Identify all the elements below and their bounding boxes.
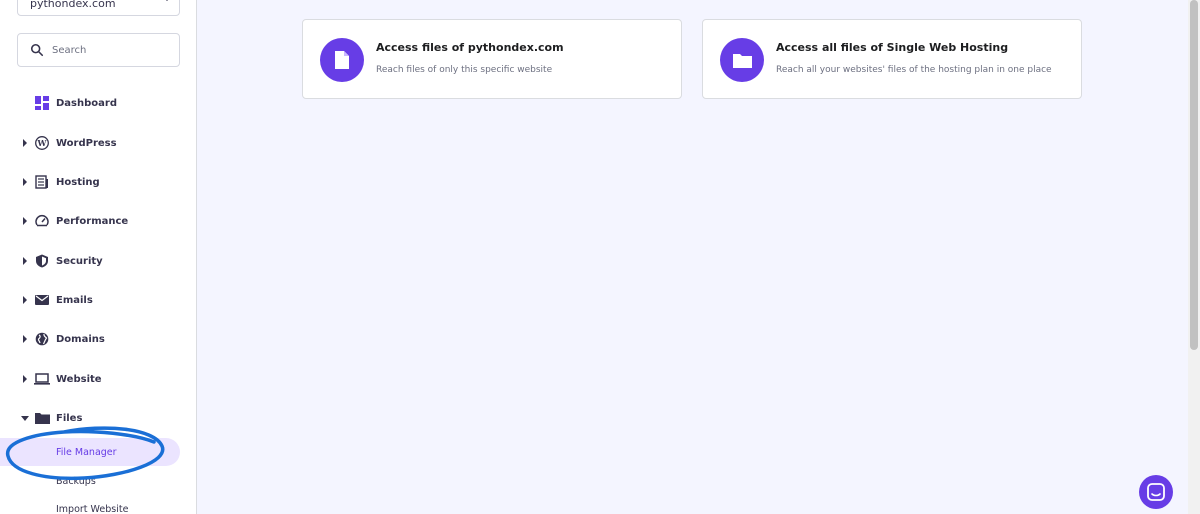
sidebar-item-label: Dashboard [56, 97, 117, 109]
shield-icon [34, 253, 50, 269]
sidebar-item-label: Files [56, 412, 83, 424]
sidebar-item-wordpress[interactable]: W WordPress [0, 131, 196, 155]
folder-icon-circle [720, 38, 764, 82]
hosting-icon [34, 174, 50, 190]
sidebar-subitem-label: Backups [56, 475, 96, 487]
sidebar-item-label: Performance [56, 215, 129, 227]
chevron-down-icon [163, 0, 171, 1]
scrollbar[interactable] [1188, 0, 1200, 514]
chevron-down-icon [21, 415, 29, 421]
search-icon [30, 43, 44, 57]
sidebar-item-label: Domains [56, 333, 105, 345]
card-description: Reach all your websites' files of the ho… [776, 65, 1052, 75]
sidebar-item-label: Security [56, 255, 103, 267]
sidebar: pythondex.com Dashboard W WordPress Host… [0, 0, 197, 514]
folder-icon [34, 410, 50, 426]
sidebar-item-performance[interactable]: Performance [0, 209, 196, 233]
search-input[interactable] [52, 44, 162, 56]
card-description: Reach files of only this specific websit… [376, 65, 553, 75]
sidebar-item-label: Website [56, 373, 102, 385]
chevron-right-icon [23, 139, 27, 147]
file-icon-circle [320, 38, 364, 82]
sidebar-item-security[interactable]: Security [0, 249, 196, 273]
laptop-icon [34, 371, 50, 387]
file-access-card-website[interactable]: Access files of pythondex.com Reach file… [302, 19, 682, 99]
chevron-right-icon [23, 375, 27, 383]
file-access-card-hosting[interactable]: Access all files of Single Web Hosting R… [702, 19, 1082, 99]
sidebar-subitem-label: File Manager [56, 446, 117, 458]
globe-icon [34, 331, 50, 347]
sidebar-subitem-label: Import Website [56, 503, 129, 514]
sidebar-item-label: Emails [56, 294, 93, 306]
sidebar-subitem-import-website[interactable]: Import Website [0, 495, 180, 514]
file-icon [335, 51, 349, 69]
wordpress-icon: W [34, 135, 50, 151]
site-selector[interactable]: pythondex.com [17, 0, 180, 16]
sidebar-item-hosting[interactable]: Hosting [0, 170, 196, 194]
card-title: Access all files of Single Web Hosting [776, 41, 1009, 54]
chat-icon [1147, 483, 1165, 501]
card-title: Access files of pythondex.com [376, 41, 564, 54]
sidebar-item-domains[interactable]: Domains [0, 327, 196, 351]
dashboard-icon [34, 95, 50, 111]
sidebar-item-emails[interactable]: Emails [0, 288, 196, 312]
site-selector-value: pythondex.com [30, 0, 116, 10]
svg-text:W: W [37, 138, 48, 148]
search-box[interactable] [17, 33, 180, 67]
chat-button[interactable] [1139, 475, 1173, 509]
chevron-right-icon [23, 335, 27, 343]
sidebar-item-label: Hosting [56, 176, 100, 188]
sidebar-item-label: WordPress [56, 137, 117, 149]
sidebar-subitem-file-manager[interactable]: File Manager [0, 438, 180, 466]
sidebar-item-files[interactable]: Files [0, 406, 196, 430]
sidebar-subitem-backups[interactable]: Backups [0, 467, 180, 495]
folder-icon [732, 53, 752, 68]
speedometer-icon [34, 213, 50, 229]
scrollbar-thumb[interactable] [1190, 0, 1198, 350]
sidebar-item-dashboard[interactable]: Dashboard [0, 91, 196, 115]
sidebar-item-website[interactable]: Website [0, 367, 196, 391]
chevron-right-icon [23, 178, 27, 186]
chevron-right-icon [23, 217, 27, 225]
envelope-icon [34, 292, 50, 308]
chevron-right-icon [23, 296, 27, 304]
chevron-right-icon [23, 257, 27, 265]
